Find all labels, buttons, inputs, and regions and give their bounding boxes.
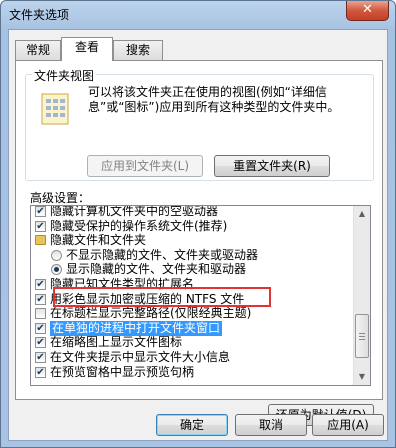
checkbox-icon[interactable]: ✔ <box>35 279 46 290</box>
window-title: 文件夹选项 <box>9 8 70 22</box>
checkbox-icon[interactable]: ✔ <box>35 220 46 232</box>
scroll-up-icon[interactable]: ▲ <box>354 206 370 222</box>
advanced-settings-label: 高级设置： <box>30 191 91 205</box>
vertical-scrollbar[interactable]: ▲ ▼ <box>353 206 370 385</box>
folder-options-window: 文件夹选项 ✕ 常规 查看 搜索 文件夹视图 可以将该文件夹正在使用的视图(例如… <box>0 0 396 448</box>
checkbox-icon[interactable]: ✔ <box>35 337 46 349</box>
checkbox-icon[interactable]: ✔ <box>35 322 46 334</box>
title-bar[interactable]: 文件夹选项 ✕ <box>1 1 395 29</box>
tab-view[interactable]: 查看 <box>61 37 113 61</box>
checkbox-icon[interactable]: ✔ <box>35 366 46 378</box>
close-button[interactable]: ✕ <box>346 1 389 21</box>
settings-option-label: 在缩略图上显示文件图标 <box>50 335 183 350</box>
scrollbar-thumb[interactable] <box>355 314 369 358</box>
folder-views-title: 文件夹视图 <box>32 67 97 84</box>
settings-option-label: 显示隐藏的文件、文件夹和驱动器 <box>66 262 247 277</box>
settings-option-label: 隐藏文件和文件夹 <box>50 233 147 248</box>
folder-icon <box>35 235 46 246</box>
view-tab-panel: 文件夹视图 可以将该文件夹正在使用的视图(例如“详细信息”或“图标”)应用到所有… <box>15 60 383 426</box>
radio-icon[interactable] <box>51 249 62 261</box>
folder-views-description: 可以将该文件夹正在使用的视图(例如“详细信息”或“图标”)应用到所有这种类型的文… <box>88 85 340 114</box>
tab-search[interactable]: 搜索 <box>113 40 163 60</box>
grip-line <box>359 336 365 337</box>
checkbox-icon[interactable] <box>35 308 46 320</box>
annotation-highlight-box <box>53 287 271 307</box>
grip-line <box>359 333 365 334</box>
checkbox-icon[interactable]: ✔ <box>35 293 46 305</box>
cancel-button[interactable]: 取消 <box>235 414 307 436</box>
dialog-client-area: 常规 查看 搜索 文件夹视图 可以将该文件夹正在使用的视图(例如“详细信息”或“… <box>8 29 388 441</box>
checkbox-icon[interactable]: ✔ <box>35 352 46 363</box>
settings-option-label: 隐藏计算机文件夹中的空驱动器 <box>50 205 219 218</box>
settings-option-label: 不显示隐藏的文件、文件夹或驱动器 <box>66 247 259 262</box>
ok-button[interactable]: 确定 <box>156 414 228 436</box>
reset-folders-button[interactable]: 重置文件夹(R) <box>214 155 330 177</box>
folder-views-group: 文件夹视图 可以将该文件夹正在使用的视图(例如“详细信息”或“图标”)应用到所有… <box>25 67 374 181</box>
checkbox-icon[interactable]: ✔ <box>35 206 46 217</box>
apply-button[interactable]: 应用(A) <box>312 414 384 436</box>
settings-option-label: 隐藏受保护的操作系统文件(推荐) <box>50 218 228 233</box>
settings-option-label: 在预览窗格中显示预览句柄 <box>50 364 195 379</box>
folder-view-icon <box>41 93 69 125</box>
grip-line <box>359 339 365 340</box>
tab-general[interactable]: 常规 <box>15 40 61 60</box>
apply-to-folders-button[interactable]: 应用到文件夹(L) <box>87 155 203 177</box>
settings-option-label: 在文件夹提示中显示文件大小信息 <box>50 350 231 364</box>
scroll-down-icon[interactable]: ▼ <box>354 369 370 385</box>
settings-option-label: 在单独的进程中打开文件夹窗口 <box>50 320 223 336</box>
settings-option-label: 在标题栏显示完整路径(仅限经典主题) <box>50 306 252 321</box>
radio-icon[interactable] <box>51 264 62 276</box>
